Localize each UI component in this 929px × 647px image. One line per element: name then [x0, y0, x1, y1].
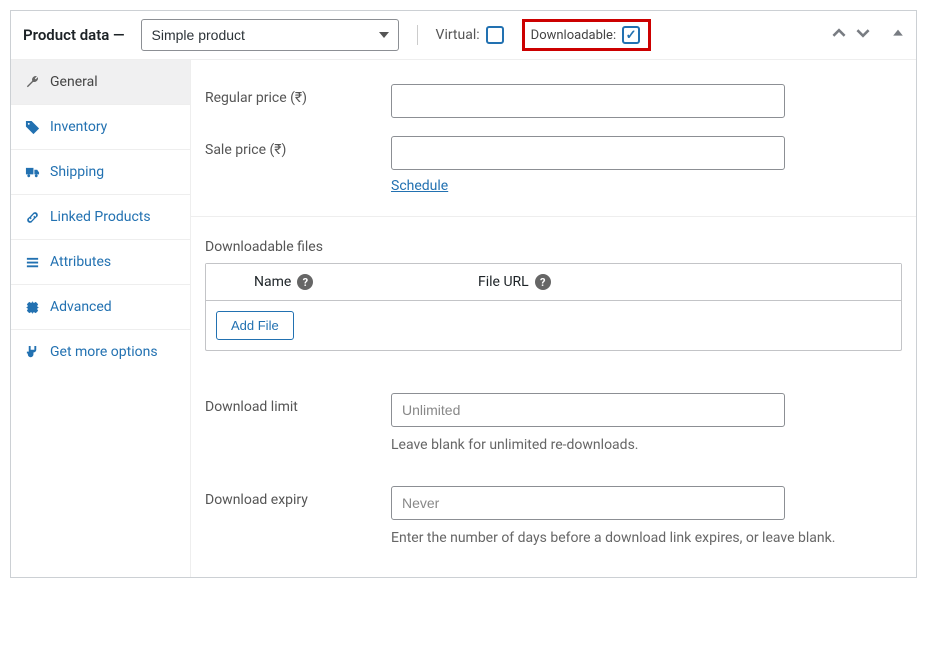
sidebar-item-shipping[interactable]: Shipping	[11, 150, 190, 195]
product-data-panel: Product data — Simple product Virtual: D…	[10, 10, 917, 578]
schedule-link[interactable]: Schedule	[391, 178, 448, 194]
download-limit-row: Download limit Leave blank for unlimited…	[191, 375, 916, 456]
virtual-group: Virtual:	[436, 26, 504, 44]
download-expiry-help: Enter the number of days before a downlo…	[391, 528, 861, 549]
add-file-button[interactable]: Add File	[216, 311, 294, 340]
sidebar-item-general[interactable]: General	[11, 60, 190, 105]
collapse-icon[interactable]	[892, 26, 904, 44]
file-name-header: Name ?	[206, 264, 466, 300]
regular-price-label: Regular price (₹)	[205, 84, 391, 106]
file-name-header-text: Name	[254, 274, 291, 290]
sidebar-item-label: Attributes	[50, 254, 111, 270]
downloadable-files-table: Name ? File URL ? Add File	[205, 263, 902, 351]
product-type-select-wrap: Simple product	[133, 19, 399, 51]
panel-body: General Inventory Shipping Linked Produc…	[11, 60, 916, 577]
product-type-select[interactable]: Simple product	[141, 19, 399, 51]
wrench-icon	[25, 75, 40, 90]
downloadable-checkbox[interactable]	[622, 26, 640, 44]
file-url-header-text: File URL	[478, 274, 529, 290]
download-expiry-input[interactable]	[391, 486, 785, 520]
content: Regular price (₹) Sale price (₹) Schedul…	[191, 60, 916, 577]
panel-header: Product data — Simple product Virtual: D…	[11, 11, 916, 60]
sidebar: General Inventory Shipping Linked Produc…	[11, 60, 191, 577]
virtual-label: Virtual:	[436, 27, 480, 43]
link-icon	[25, 210, 40, 225]
sidebar-item-label: Linked Products	[50, 209, 151, 225]
panel-title: Product data —	[23, 26, 125, 44]
divider	[417, 25, 418, 45]
header-controls	[832, 26, 904, 44]
downloadable-files-label: Downloadable files	[191, 217, 916, 263]
downloadable-label: Downloadable:	[531, 28, 616, 43]
sidebar-item-label: Get more options	[50, 344, 158, 360]
sale-price-row: Sale price (₹) Schedule	[191, 118, 916, 194]
regular-price-row: Regular price (₹)	[191, 60, 916, 118]
gear-icon	[25, 300, 40, 315]
download-expiry-row: Download expiry Enter the number of days…	[191, 468, 916, 577]
sidebar-item-linked-products[interactable]: Linked Products	[11, 195, 190, 240]
file-url-header: File URL ?	[466, 264, 901, 300]
sidebar-item-label: Advanced	[50, 299, 112, 315]
sale-price-label: Sale price (₹)	[205, 136, 391, 158]
download-limit-input[interactable]	[391, 393, 785, 427]
sidebar-item-label: Shipping	[50, 164, 104, 180]
sidebar-item-label: General	[50, 74, 98, 90]
sidebar-item-get-more-options[interactable]: Get more options	[11, 330, 190, 374]
tag-icon	[25, 120, 40, 135]
download-limit-label: Download limit	[205, 393, 391, 415]
plug-icon	[25, 345, 40, 360]
sale-price-input[interactable]	[391, 136, 785, 170]
help-icon[interactable]: ?	[535, 274, 551, 290]
file-table-head: Name ? File URL ?	[206, 264, 901, 301]
move-down-icon[interactable]	[856, 26, 870, 44]
sidebar-item-label: Inventory	[50, 119, 107, 135]
move-up-icon[interactable]	[832, 26, 846, 44]
sidebar-item-inventory[interactable]: Inventory	[11, 105, 190, 150]
sidebar-item-advanced[interactable]: Advanced	[11, 285, 190, 330]
help-icon[interactable]: ?	[297, 274, 313, 290]
sidebar-item-attributes[interactable]: Attributes	[11, 240, 190, 285]
download-expiry-label: Download expiry	[205, 486, 391, 508]
downloadable-highlight: Downloadable:	[522, 19, 651, 51]
list-icon	[25, 255, 40, 270]
file-table-foot: Add File	[206, 301, 901, 350]
truck-icon	[25, 165, 40, 180]
regular-price-input[interactable]	[391, 84, 785, 118]
download-limit-help: Leave blank for unlimited re-downloads.	[391, 435, 861, 456]
virtual-checkbox[interactable]	[486, 26, 504, 44]
